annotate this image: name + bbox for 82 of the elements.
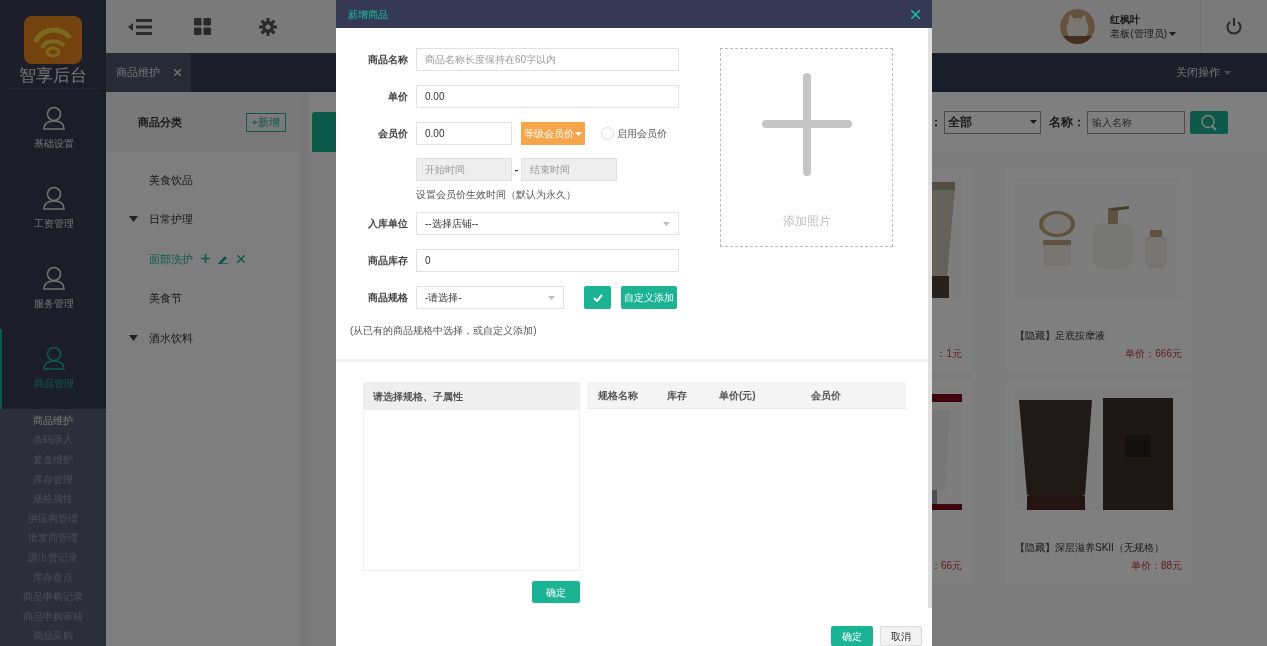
caret-icon [1030, 120, 1037, 124]
column-header: 单价(元) [719, 388, 757, 403]
plus-icon [201, 254, 210, 264]
product-title: 【隐藏】足底按摩液 [1015, 329, 1106, 342]
add-button[interactable]: +新增 [245, 112, 286, 132]
input-field[interactable]: 0.00 [416, 122, 512, 145]
panel-title: 商品分类 [138, 114, 182, 130]
category-item[interactable]: 面部洗护 [149, 250, 193, 268]
field-label: 单价 [387, 90, 408, 104]
settings-icon[interactable] [259, 17, 277, 36]
spec-panel-header: 请选择规格、子属性 [364, 383, 579, 410]
hint-text: (从已有的商品规格中选择，或自定义添加) [350, 324, 538, 338]
category-item[interactable]: 美食饮品 [149, 171, 193, 189]
confirm-button[interactable]: 确定 [532, 581, 580, 603]
select-field[interactable]: --选择店铺-- [416, 212, 679, 235]
input-field[interactable]: 商品名称长度保持在60字以内 [416, 48, 679, 71]
check-icon [592, 293, 603, 302]
plus-icon [761, 73, 852, 176]
member-price-toggle[interactable]: 启用会员价 [601, 126, 667, 141]
search-button[interactable] [1190, 110, 1228, 134]
filter-label: ： [930, 114, 942, 131]
caret-icon [1224, 70, 1231, 75]
name-input[interactable]: 输入名称 [1087, 110, 1185, 134]
input-field[interactable]: 0.00 [416, 85, 679, 108]
category-item[interactable]: 日常护理 [149, 211, 193, 228]
category-select[interactable]: 全部 [944, 110, 1041, 134]
user-name: 红枫叶 [1110, 12, 1142, 27]
product-price: ：66元 [930, 559, 962, 573]
edit-icon [218, 254, 228, 264]
sidebar-item[interactable]: 工资管理 [0, 168, 106, 249]
photo-upload[interactable]: 添加照片 [720, 48, 893, 247]
user-role-menu[interactable]: 老板(管理员) [1110, 26, 1176, 41]
product-price: 单价：88元 [1130, 559, 1182, 573]
sidebar-item[interactable]: 基础设置 [0, 88, 106, 169]
confirm-button[interactable] [584, 286, 611, 309]
custom-add-button[interactable]: 自定义添加 [621, 286, 677, 309]
collapse-menu-icon[interactable] [128, 17, 152, 36]
caret-icon [663, 221, 670, 226]
product-title: 【隐藏】深层滋养SKII（无规格） [1015, 541, 1165, 554]
close-icon [174, 69, 181, 76]
input-field[interactable]: 0 [416, 249, 679, 272]
field-label: 商品库存 [367, 254, 408, 268]
category-item[interactable]: 美食节 [149, 290, 182, 307]
tab[interactable]: 商品维护 [106, 53, 191, 92]
column-header: 规格名称 [597, 388, 639, 403]
product-price: 单价：666元 [1125, 347, 1182, 361]
user-icon [43, 106, 65, 131]
level-price-button[interactable]: 等级会员价 [521, 122, 585, 145]
range-separator: - [513, 162, 520, 178]
caret-icon [548, 295, 555, 300]
close-icon[interactable] [911, 9, 920, 19]
user-icon [43, 266, 65, 291]
product-price: ：1元 [936, 347, 962, 361]
sidebar-item[interactable]: 服务管理 [0, 248, 106, 329]
select-field[interactable]: -请选择- [416, 286, 564, 309]
dialog-title: 新增商品 [348, 7, 388, 22]
category-item[interactable]: 酒水饮料 [149, 329, 193, 347]
field-label: 会员价 [377, 127, 408, 141]
user-icon [43, 346, 65, 371]
logo-text: 智享后台 [19, 66, 87, 86]
date-field[interactable]: 结束时间 [521, 158, 617, 181]
column-header: 会员价 [811, 388, 842, 403]
caret-icon [1169, 31, 1176, 36]
dialog-button[interactable]: 取消 [880, 626, 922, 646]
expand-arrow-icon [129, 335, 138, 342]
delete-icon [237, 255, 245, 263]
filter-label: 名称： [1049, 114, 1085, 131]
field-label: 入库单位 [367, 217, 408, 231]
user-icon [43, 186, 65, 211]
close-operations-menu[interactable]: 关闭操作 [1176, 64, 1231, 81]
logo-icon [24, 16, 82, 64]
field-label: 商品名称 [367, 53, 408, 67]
date-field[interactable]: 开始时间 [416, 158, 512, 181]
photo-label: 添加照片 [782, 213, 831, 230]
expand-arrow-icon [129, 216, 138, 223]
column-header: 库存 [667, 388, 688, 403]
field-label: 商品规格 [367, 291, 408, 305]
power-icon[interactable] [1226, 18, 1242, 35]
grid-icon[interactable] [194, 18, 211, 35]
caret-icon [575, 131, 582, 136]
dialog-button[interactable]: 确定 [831, 626, 873, 646]
hint-text: 设置会员价生效时间（默认为永久） [416, 188, 577, 202]
